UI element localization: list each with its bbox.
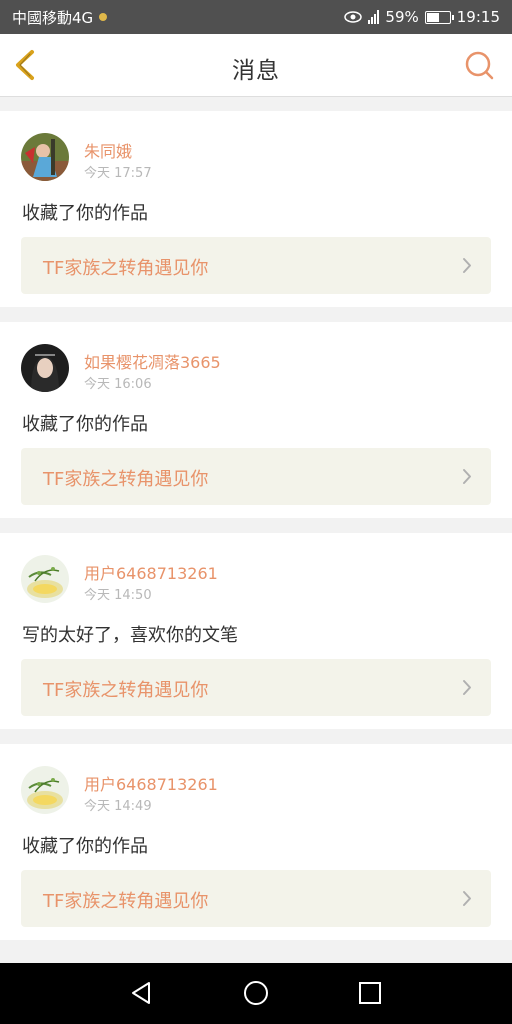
system-nav-bar [0, 963, 512, 1024]
status-bar: 中國移動4G 59% 19:15 [0, 0, 512, 34]
chevron-right-icon [463, 891, 471, 906]
chevron-right-icon [463, 469, 471, 484]
back-triangle-icon[interactable] [127, 978, 157, 1008]
work-link[interactable]: TF家族之转角遇见你 [21, 659, 491, 716]
avatar[interactable] [21, 133, 69, 181]
clock: 19:15 [456, 8, 500, 26]
message-card: 如果樱花凋落3665 今天 16:06 收藏了你的作品 TF家族之转角遇见你 [0, 322, 512, 518]
timestamp: 今天 17:57 [84, 166, 152, 181]
avatar[interactable] [21, 344, 69, 392]
avatar[interactable] [21, 766, 69, 814]
eye-icon [344, 11, 363, 23]
timestamp: 今天 14:50 [84, 588, 152, 603]
username[interactable]: 用户6468713261 [84, 560, 218, 584]
chevron-right-icon [463, 680, 471, 695]
message-card: 朱同娥 今天 17:57 收藏了你的作品 TF家族之转角遇见你 [0, 111, 512, 307]
notification-dot-icon [99, 13, 108, 21]
work-link[interactable]: TF家族之转角遇见你 [21, 237, 491, 294]
work-title: TF家族之转角遇见你 [43, 891, 209, 912]
work-link[interactable]: TF家族之转角遇见你 [21, 448, 491, 505]
chevron-right-icon [463, 258, 471, 273]
username[interactable]: 用户6468713261 [84, 771, 218, 795]
message-text: 收藏了你的作品 [22, 414, 148, 435]
work-title: TF家族之转角遇见你 [43, 680, 209, 701]
carrier-label: 中國移動4G [12, 8, 94, 27]
message-text: 收藏了你的作品 [22, 203, 148, 224]
username[interactable]: 朱同娥 [84, 138, 132, 162]
message-card: 用户6468713261 今天 14:50 写的太好了，喜欢你的文笔 TF家族之… [0, 533, 512, 729]
home-circle-icon[interactable] [241, 978, 271, 1008]
page-title: 消息 [232, 58, 280, 84]
timestamp: 今天 14:49 [84, 799, 152, 814]
timestamp: 今天 16:06 [84, 377, 152, 392]
search-icon[interactable] [464, 50, 494, 80]
message-text: 收藏了你的作品 [22, 836, 148, 857]
battery-percent: 59% [385, 8, 419, 26]
work-title: TF家族之转角遇见你 [43, 469, 209, 490]
recents-square-icon[interactable] [355, 978, 385, 1008]
work-link[interactable]: TF家族之转角遇见你 [21, 870, 491, 927]
message-text: 写的太好了，喜欢你的文笔 [22, 625, 238, 646]
work-title: TF家族之转角遇见你 [43, 258, 209, 279]
avatar[interactable] [21, 555, 69, 603]
header-bar: 消息 [0, 34, 512, 97]
username[interactable]: 如果樱花凋落3665 [84, 349, 221, 373]
message-card: 用户6468713261 今天 14:49 收藏了你的作品 TF家族之转角遇见你 [0, 744, 512, 940]
signal-icon [368, 10, 380, 24]
battery-icon [424, 10, 454, 24]
